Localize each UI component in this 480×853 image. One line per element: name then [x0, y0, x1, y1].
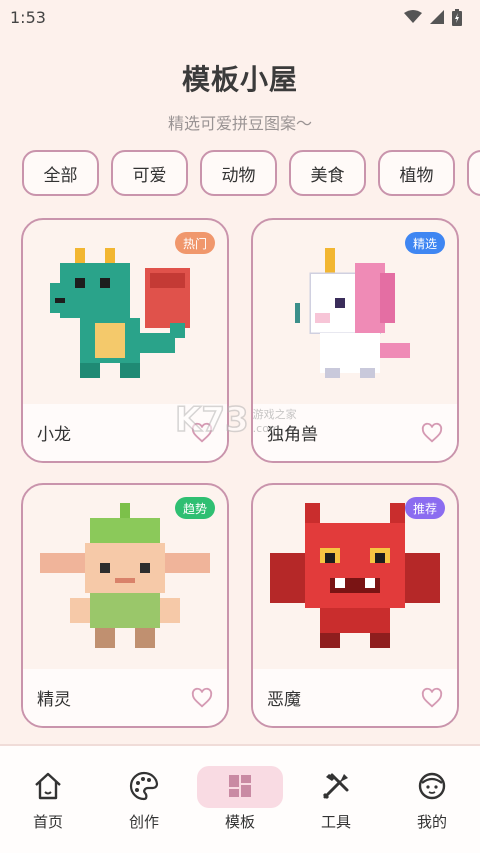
card-footer: 小龙	[23, 404, 227, 461]
heart-icon[interactable]	[191, 422, 213, 444]
page-title: 模板小屋	[181, 63, 298, 96]
card-name: 精灵	[37, 690, 71, 710]
nav-label: 首页	[32, 813, 63, 831]
battery-icon	[452, 8, 462, 26]
category-chips: 全部 可爱 动物 美食 植物	[22, 150, 480, 196]
page-subtitle: 精选可爱拼豆图案～	[167, 114, 312, 133]
template-card-elf[interactable]: 趋势 精灵	[21, 483, 229, 728]
nav-label: 工具	[320, 813, 351, 831]
card-footer: 恶魔	[253, 669, 457, 726]
card-name: 恶魔	[267, 690, 301, 710]
bottom-nav: 首页 创作 模板 工具 我的	[0, 744, 480, 853]
chip-more[interactable]	[467, 150, 480, 196]
chip-food[interactable]: 美食	[289, 150, 366, 196]
status-bar: 1:53	[0, 0, 480, 34]
template-grid: 热门 小龙 精选 独角兽 趋势 精灵 推荐 恶魔	[21, 218, 459, 728]
heart-icon[interactable]	[421, 687, 443, 709]
chip-animal[interactable]: 动物	[200, 150, 277, 196]
nav-label: 模板	[224, 813, 255, 831]
status-time: 1:53	[10, 7, 46, 27]
nav-home[interactable]: 首页	[5, 766, 91, 836]
palette-icon	[129, 771, 159, 801]
card-name: 小龙	[37, 425, 71, 445]
nav-label: 我的	[416, 813, 447, 831]
nav-me[interactable]: 我的	[389, 766, 475, 836]
badge-recommend: 推荐	[404, 497, 445, 519]
template-card-demon[interactable]: 推荐 恶魔	[251, 483, 459, 728]
page-header: 模板小屋 精选可爱拼豆图案～	[0, 58, 480, 134]
nav-tools[interactable]: 工具	[293, 766, 379, 836]
chip-all[interactable]: 全部	[22, 150, 99, 196]
heart-icon[interactable]	[421, 422, 443, 444]
home-icon	[35, 772, 61, 800]
wifi-icon	[404, 10, 422, 23]
status-icons	[404, 8, 462, 26]
template-card-dragon[interactable]: 热门 小龙	[21, 218, 229, 463]
heart-icon[interactable]	[191, 687, 213, 709]
badge-hot: 热门	[174, 232, 215, 254]
badge-trend: 趋势	[174, 497, 215, 519]
grid-icon	[229, 775, 251, 797]
tools-icon	[322, 773, 349, 800]
chip-plant[interactable]: 植物	[378, 150, 455, 196]
chip-cute[interactable]: 可爱	[111, 150, 188, 196]
badge-featured: 精选	[404, 232, 445, 254]
signal-icon	[430, 10, 444, 24]
face-icon	[418, 772, 446, 800]
nav-templates[interactable]: 模板	[197, 766, 283, 836]
nav-create[interactable]: 创作	[101, 766, 187, 836]
nav-label: 创作	[128, 813, 159, 831]
template-card-unicorn[interactable]: 精选 独角兽	[251, 218, 459, 463]
card-footer: 独角兽	[253, 404, 457, 461]
card-name: 独角兽	[267, 425, 318, 445]
card-footer: 精灵	[23, 669, 227, 726]
